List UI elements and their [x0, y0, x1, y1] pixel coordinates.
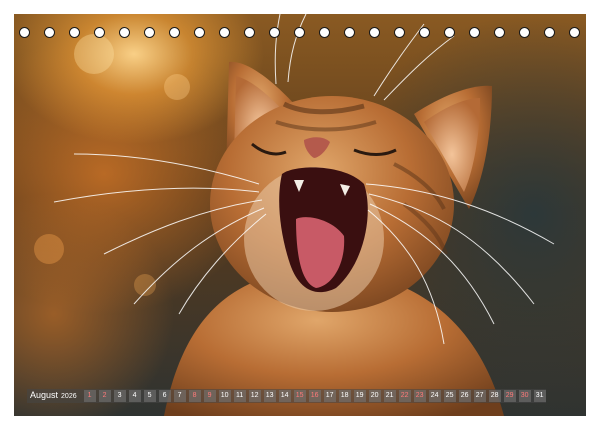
- day-cell: 15: [293, 390, 306, 402]
- day-cell: 30: [518, 390, 531, 402]
- day-cell: 31: [533, 390, 546, 402]
- day-cell: 8: [188, 390, 201, 402]
- day-cell: 3: [113, 390, 126, 402]
- day-cell: 21: [383, 390, 396, 402]
- day-cell: 16: [308, 390, 321, 402]
- month-name: August: [30, 390, 59, 400]
- calendar-strip: August 2026 1 2 3 4 5 6 7 8 9 10 11 12 13 14 15 16 17 18 19…: [27, 389, 546, 403]
- day-cell: 14: [278, 390, 291, 402]
- day-cell: 6: [158, 390, 171, 402]
- day-cell: 24: [428, 390, 441, 402]
- day-cell: 22: [398, 390, 411, 402]
- day-cell: 10: [218, 390, 231, 402]
- day-cell: 5: [143, 390, 156, 402]
- day-cell: 11: [233, 390, 246, 402]
- day-cell: 23: [413, 390, 426, 402]
- day-cell: 7: [173, 390, 186, 402]
- year-label: 2026: [61, 393, 77, 400]
- day-cell: 9: [203, 390, 216, 402]
- day-cell: 28: [488, 390, 501, 402]
- yawning-cat: [53, 14, 555, 416]
- day-cell: 12: [248, 390, 261, 402]
- day-cell: 20: [368, 390, 381, 402]
- day-cell: 27: [473, 390, 486, 402]
- day-cell: 17: [323, 390, 336, 402]
- day-cell: 26: [458, 390, 471, 402]
- day-row: 1 2 3 4 5 6 7 8 9 10 11 12 13 14 15 16 17 18 19 20 21 22 23 24 2…: [81, 390, 546, 402]
- day-cell: 25: [443, 390, 456, 402]
- calendar-photo: [14, 14, 586, 416]
- day-cell: 1: [83, 390, 96, 402]
- day-cell: 29: [503, 390, 516, 402]
- day-cell: 19: [353, 390, 366, 402]
- day-cell: 13: [263, 390, 276, 402]
- month-label: August 2026: [27, 388, 81, 404]
- day-cell: 4: [128, 390, 141, 402]
- day-cell: 18: [338, 390, 351, 402]
- day-cell: 2: [98, 390, 111, 402]
